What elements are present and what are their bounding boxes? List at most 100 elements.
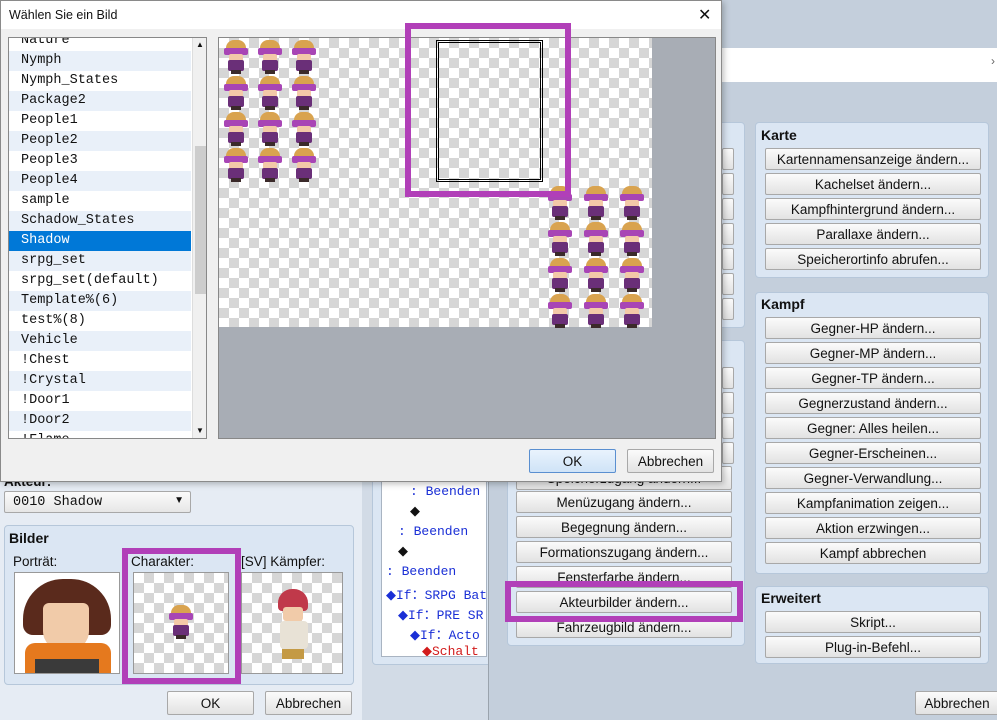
file-list-item[interactable]: People3 [9,151,191,171]
file-list-item[interactable]: !Door2 [9,411,191,431]
karte-button[interactable]: Speicherortinfo abrufen... [765,248,981,270]
sprite-frame [583,294,609,328]
tree-row[interactable]: ◆ [398,544,408,559]
file-list-item[interactable]: sample [9,191,191,211]
file-list-item[interactable]: Template%(6) [9,291,191,311]
close-icon[interactable]: ✕ [698,5,711,25]
scroll-thumb[interactable] [195,146,206,294]
images-ok-button[interactable]: OK [167,691,254,715]
hidden-command-button[interactable] [722,417,734,439]
battler-image[interactable] [241,572,343,674]
kampf-button[interactable]: Gegner-HP ändern... [765,317,981,339]
kampf-button[interactable]: Gegner-Erscheinen... [765,442,981,464]
karte-button[interactable]: Kampfhintergrund ändern... [765,198,981,220]
karte-button[interactable]: Kachelset ändern... [765,173,981,195]
sprite-frame [547,222,573,256]
sprite-frame [223,76,249,110]
file-list-item[interactable]: !Flame [9,431,191,438]
file-list-item[interactable]: Schadow_States [9,211,191,231]
sprite-frame [583,258,609,292]
hidden-command-button[interactable] [722,392,734,414]
hidden-command-button[interactable] [722,148,734,170]
kampf-button[interactable]: Gegner-Verwandlung... [765,467,981,489]
tree-row[interactable]: ◆Schalt [422,644,479,656]
kampf-button[interactable]: Aktion erzwingen... [765,517,981,539]
portrait-label: Porträt: [13,554,58,569]
karte-button[interactable]: Parallaxe ändern... [765,223,981,245]
file-list-item[interactable]: !Crystal [9,371,191,391]
tree-row[interactable]: : Beenden [398,524,468,539]
kampf-button[interactable]: Kampf abbrechen [765,542,981,564]
kampf-button[interactable]: Gegner-TP ändern... [765,367,981,389]
tree-row[interactable]: ◆If：SRPG Bat [386,584,486,603]
hidden-command-button[interactable] [722,173,734,195]
file-list-scrollbar[interactable]: ▲ ▼ [192,38,206,438]
command-button[interactable]: Formationszugang ändern... [516,541,732,563]
sprite-frame [223,40,249,74]
kampf-button[interactable]: Kampfanimation zeigen... [765,492,981,514]
dialog-cancel-button[interactable]: Abbrechen [627,449,714,473]
sprite-frame [619,186,645,220]
tree-row[interactable]: ◆If：PRE SR [398,604,483,623]
sprite-frame [291,40,317,74]
file-list-item[interactable]: People4 [9,171,191,191]
hidden-command-button[interactable] [722,367,734,389]
top-strip [721,48,997,82]
kampf-button[interactable]: Gegner-MP ändern... [765,342,981,364]
kampf-button[interactable]: Gegner: Alles heilen... [765,417,981,439]
sprite-frame [547,258,573,292]
erweitert-button[interactable]: Skript... [765,611,981,633]
scroll-up-icon[interactable]: ▲ [196,40,204,49]
file-list-item[interactable]: !Chest [9,351,191,371]
hidden-command-button[interactable] [722,198,734,220]
portrait-image[interactable] [14,572,120,674]
file-list-item[interactable]: srpg_set [9,251,191,271]
hidden-command-button[interactable] [722,248,734,270]
file-list-item[interactable]: Vehicle [9,331,191,351]
tree-row[interactable]: ◆If：Acto [410,624,480,643]
kampf-title: Kampf [761,296,805,312]
hidden-command-button[interactable] [722,223,734,245]
dialog-ok-button[interactable]: OK [529,449,616,473]
sprite-frame [257,112,283,146]
file-list-item[interactable]: test%(8) [9,311,191,331]
dialog-title: Wählen Sie ein Bild [9,8,118,22]
file-list-item[interactable]: srpg_set(default) [9,271,191,291]
kampf-button[interactable]: Gegnerzustand ändern... [765,392,981,414]
file-list-item[interactable]: Nature [9,38,191,51]
scroll-down-icon[interactable]: ▼ [196,426,204,435]
dialog-titlebar: Wählen Sie ein Bild ✕ [1,1,721,29]
file-list-item[interactable]: !Door1 [9,391,191,411]
karte-button[interactable]: Kartennamensanzeige ändern... [765,148,981,170]
command-button[interactable]: Begegnung ändern... [516,516,732,538]
file-list-item[interactable]: People1 [9,111,191,131]
file-list-item[interactable]: Nymph_States [9,71,191,91]
actor-select-value: 0010 Shadow [13,495,103,510]
actor-select[interactable]: 0010 Shadow ▼ [4,491,191,513]
sprite-frame [291,112,317,146]
sprite-frame [223,112,249,146]
hidden-command-button[interactable] [722,273,734,295]
sprite-frame [257,148,283,182]
images-cancel-button[interactable]: Abbrechen [265,691,352,715]
tree-row[interactable]: : Beenden [410,484,480,499]
images-group-title: Bilder [9,530,49,546]
erweitert-button[interactable]: Plug-in-Befehl... [765,636,981,658]
hidden-command-button[interactable] [722,298,734,320]
sprite-frame [619,258,645,292]
event-cancel-button[interactable]: Abbrechen [915,691,997,715]
battler-label: [SV] Kämpfer: [241,554,326,569]
tree-row[interactable]: : Beenden [386,564,456,579]
command-button[interactable]: Menüzugang ändern... [516,491,732,513]
file-list-item[interactable]: Nymph [9,51,191,71]
tree-row[interactable]: ◆ [410,504,420,519]
karte-title: Karte [761,127,797,143]
file-list[interactable]: Nature Nymph Nymph_States Package2 People1 Pe… [8,37,207,439]
sprite-frame [619,222,645,256]
sprite-frame [291,148,317,182]
file-list-item[interactable]: Package2 [9,91,191,111]
preview-highlight-box [405,23,571,197]
file-list-item[interactable]: Shadow [9,231,191,251]
file-list-item[interactable]: People2 [9,131,191,151]
hidden-command-button[interactable] [722,442,734,464]
